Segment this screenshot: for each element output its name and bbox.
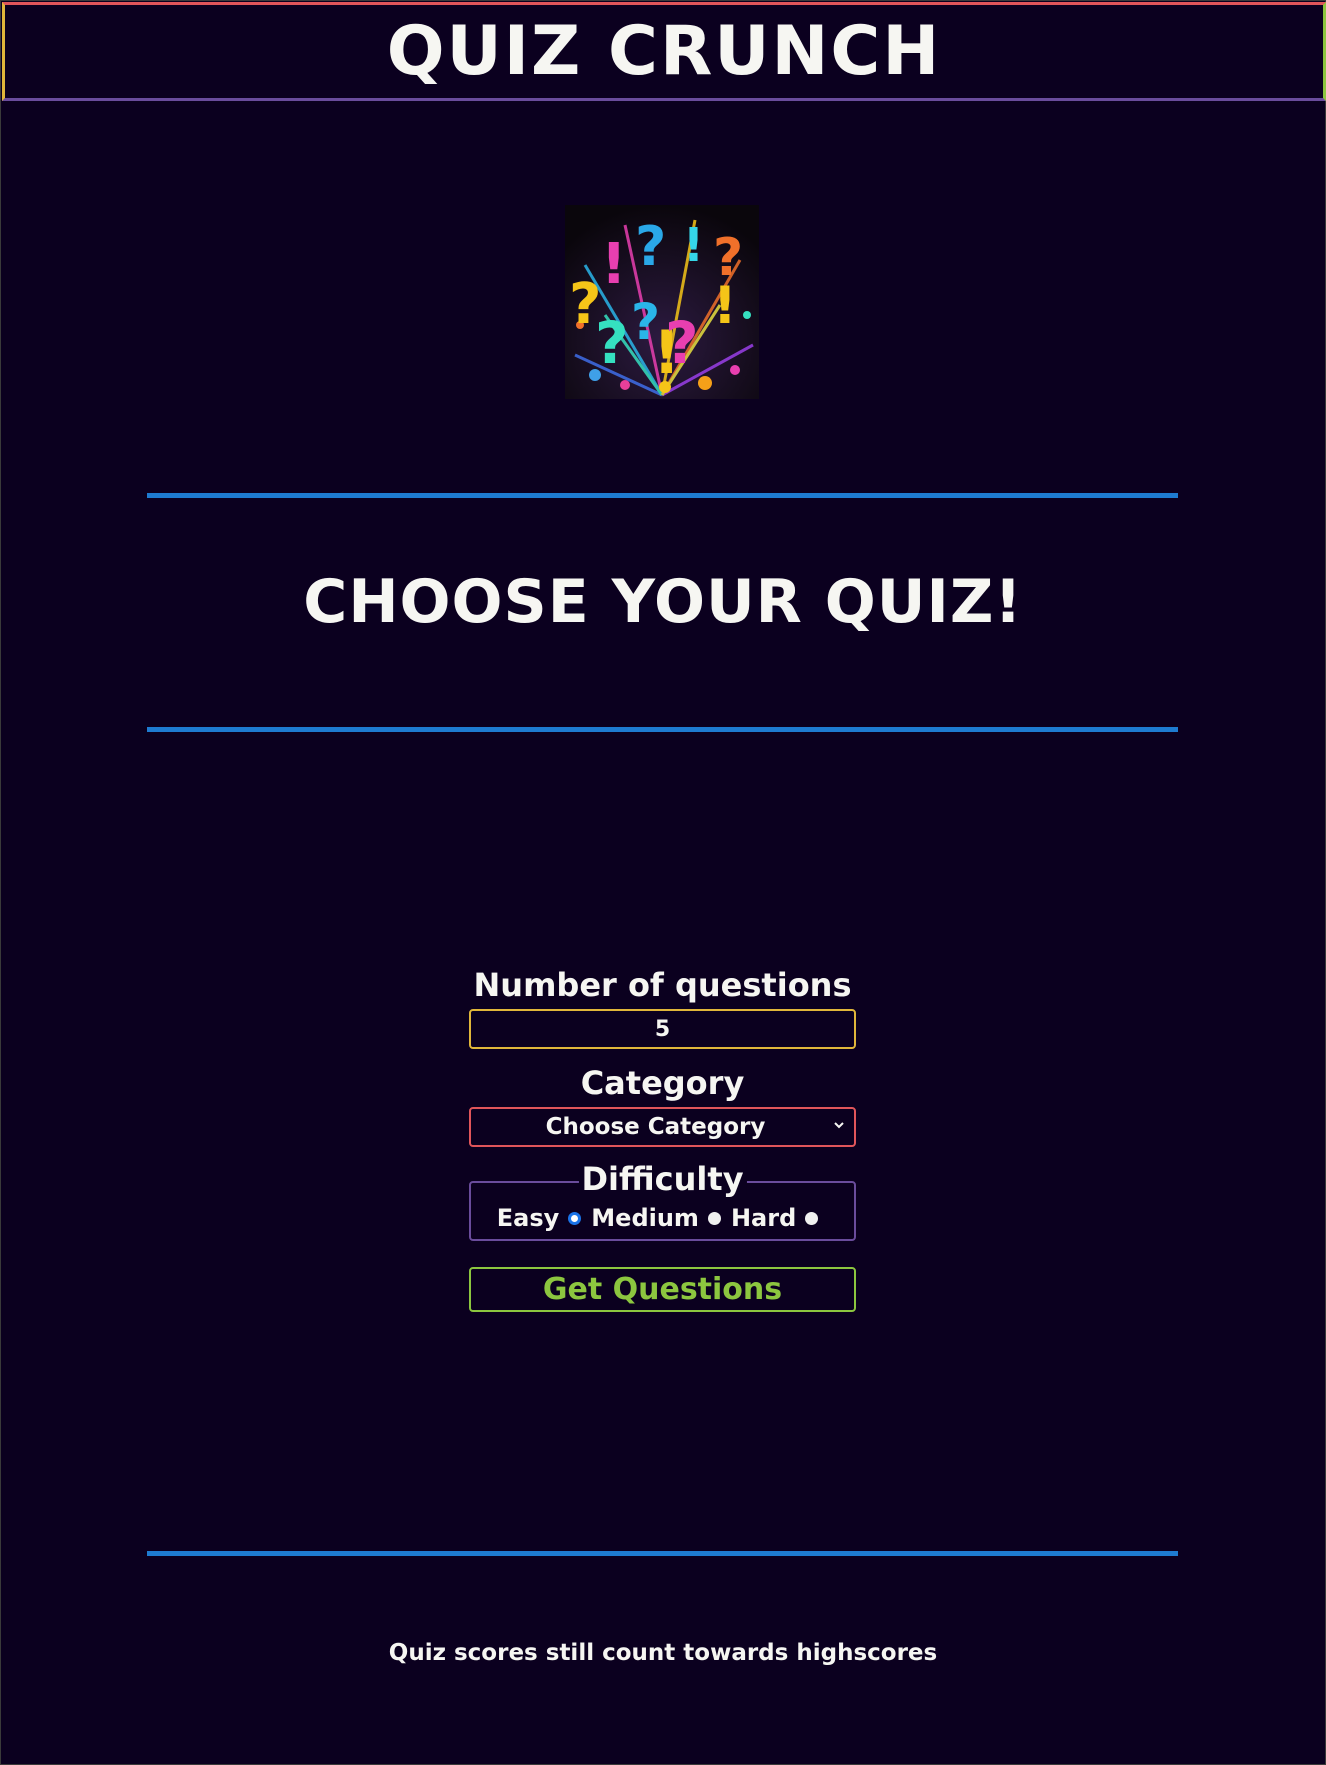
highscore-note: Quiz scores still count towards highscor… [388, 1640, 938, 1666]
question-exclamation-paint-splash-icon: ! ? ! ? ? ! ? ? ! ? [565, 205, 759, 399]
quiz-logo: ! ? ! ? ? ! ? ? ! ? [565, 205, 759, 399]
difficulty-label-easy: Easy [496, 1204, 560, 1232]
page-heading: CHOOSE YOUR QUIZ! [303, 567, 1023, 637]
difficulty-radio-hard[interactable] [805, 1211, 819, 1225]
svg-text:!: ! [713, 276, 737, 336]
get-questions-button[interactable]: Get Questions [469, 1267, 856, 1312]
chevron-down-icon [834, 1122, 844, 1129]
difficulty-label-hard: Hard [730, 1204, 797, 1232]
difficulty-radio-medium[interactable] [707, 1211, 721, 1225]
num-questions-input[interactable] [469, 1009, 856, 1049]
svg-text:?: ? [635, 215, 666, 278]
divider-middle [147, 727, 1178, 732]
difficulty-radio-easy[interactable] [568, 1211, 582, 1225]
divider-top [147, 493, 1178, 498]
divider-bottom [147, 1551, 1178, 1556]
site-header: QUIZ CRUNCH [2, 2, 1326, 101]
num-questions-label: Number of questions [473, 966, 852, 1004]
svg-text:?: ? [665, 309, 699, 377]
category-selected-value: Choose Category [545, 1114, 766, 1140]
svg-text:!: ! [683, 218, 704, 272]
difficulty-options: Easy Medium Hard [471, 1206, 854, 1230]
svg-text:?: ? [595, 309, 629, 377]
site-title: QUIZ CRUNCH [386, 11, 942, 91]
difficulty-fieldset: Difficulty Easy Medium Hard [469, 1163, 856, 1241]
quiz-options-form: Number of questions Category Choose Cate… [469, 965, 856, 1312]
category-label: Category [580, 1064, 745, 1102]
difficulty-legend: Difficulty [578, 1163, 747, 1195]
svg-text:!: ! [601, 232, 627, 297]
category-select[interactable]: Choose Category [469, 1107, 856, 1147]
difficulty-label-medium: Medium [591, 1204, 699, 1232]
